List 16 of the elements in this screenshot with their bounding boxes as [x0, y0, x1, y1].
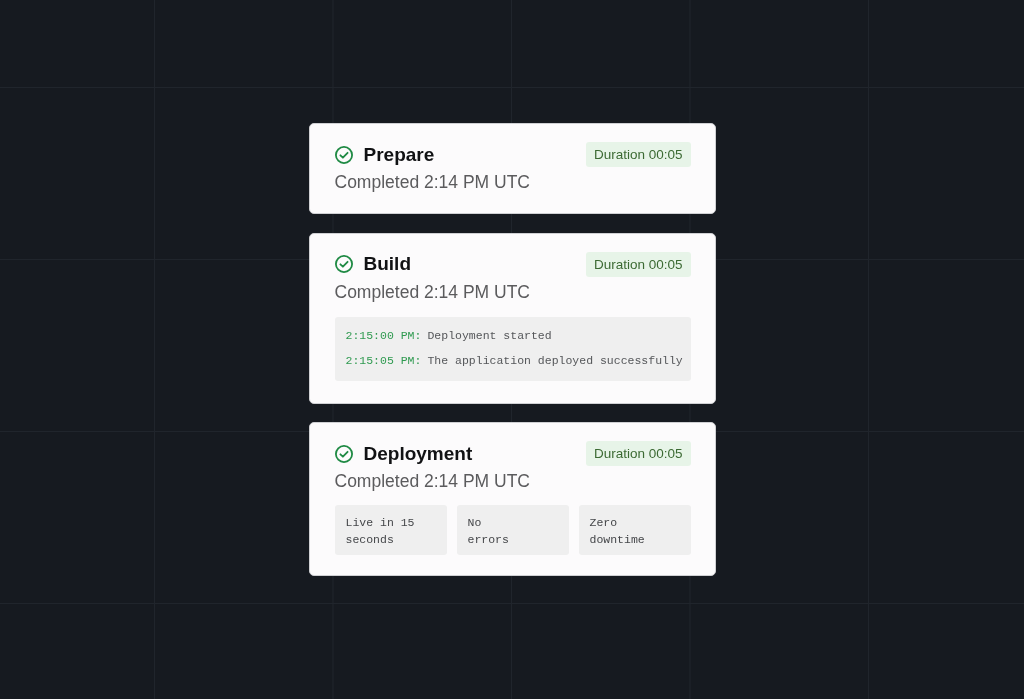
stat-tile: No errors — [456, 505, 569, 555]
step-title: Build — [363, 252, 411, 276]
duration-badge: Duration 00:05 — [585, 251, 691, 277]
stat-tile: Zero downtime — [578, 505, 691, 555]
duration-badge: Duration 00:05 — [585, 142, 691, 167]
completion-time: Completed 2:14 PM UTC — [334, 470, 531, 492]
log-timestamp: 2:15:00 PM: — [345, 328, 422, 343]
step-title: Prepare — [363, 142, 435, 167]
log-message: The application deployed successfully — [427, 353, 683, 368]
step-title: Deployment — [363, 441, 473, 466]
log-timestamp: 2:15:05 PM: — [345, 353, 422, 368]
log-message: Deployment started — [427, 328, 552, 343]
completion-time: Completed 2:14 PM UTC — [334, 280, 531, 303]
completion-time: Completed 2:14 PM UTC — [334, 171, 531, 193]
stat-tile: Live in 15 seconds — [334, 505, 447, 555]
duration-badge: Duration 00:05 — [585, 441, 691, 466]
